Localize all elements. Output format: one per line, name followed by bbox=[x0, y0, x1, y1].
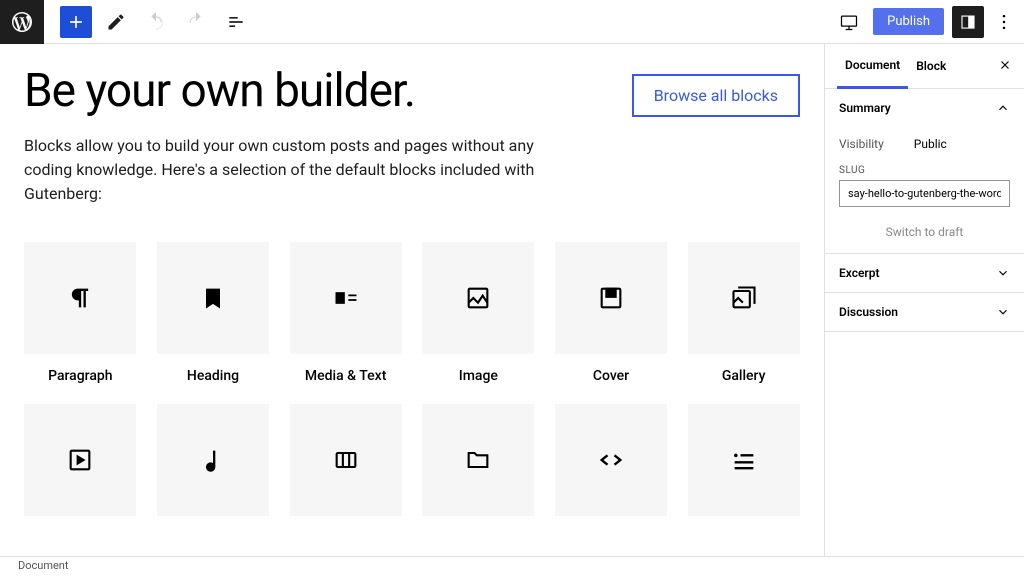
switch-to-draft-button[interactable]: Switch to draft bbox=[839, 225, 1010, 239]
redo-icon bbox=[185, 11, 207, 33]
tab-block[interactable]: Block bbox=[908, 45, 954, 87]
undo-icon bbox=[145, 11, 167, 33]
outline-button[interactable] bbox=[220, 6, 252, 38]
blocks-grid: Paragraph Heading Media & Text Image Cov… bbox=[24, 242, 800, 530]
slug-input[interactable] bbox=[839, 180, 1010, 207]
browse-blocks-button[interactable]: Browse all blocks bbox=[632, 74, 800, 117]
columns-icon bbox=[332, 446, 360, 474]
topbar-right: Publish bbox=[833, 6, 1024, 38]
play-icon bbox=[66, 446, 94, 474]
sidebar-icon bbox=[959, 13, 977, 31]
panel-summary-header[interactable]: Summary bbox=[825, 89, 1024, 127]
panel-discussion-header[interactable]: Discussion bbox=[825, 293, 1024, 331]
block-item-gallery[interactable]: Gallery bbox=[687, 242, 800, 384]
block-item-columns[interactable] bbox=[289, 404, 402, 530]
panel-excerpt: Excerpt bbox=[825, 254, 1024, 293]
tab-document[interactable]: Document bbox=[837, 44, 908, 89]
wordpress-icon bbox=[10, 10, 34, 34]
bookmark-icon bbox=[199, 284, 227, 312]
visibility-value: Public bbox=[914, 137, 947, 151]
block-label: Image bbox=[459, 368, 498, 384]
visibility-row[interactable]: Visibility Public bbox=[839, 131, 1010, 157]
chevron-down-icon bbox=[996, 305, 1010, 319]
panel-title: Excerpt bbox=[839, 266, 880, 280]
publish-button[interactable]: Publish bbox=[873, 8, 944, 35]
panel-summary: Summary Visibility Public SLUG Switch to… bbox=[825, 89, 1024, 254]
block-item-code[interactable] bbox=[555, 404, 668, 530]
topbar: Publish bbox=[0, 0, 1024, 44]
close-icon bbox=[998, 58, 1012, 72]
block-item-media-text[interactable]: Media & Text bbox=[289, 242, 402, 384]
breadcrumb-text: Document bbox=[18, 559, 68, 572]
block-item-heading[interactable]: Heading bbox=[157, 242, 270, 384]
close-sidebar-button[interactable] bbox=[998, 57, 1012, 76]
main: Be your own builder. Browse all blocks B… bbox=[0, 44, 1024, 556]
block-item-image[interactable]: Image bbox=[422, 242, 535, 384]
panel-summary-body: Visibility Public SLUG Switch to draft bbox=[825, 127, 1024, 253]
add-block-button[interactable] bbox=[60, 6, 92, 38]
chevron-down-icon bbox=[996, 266, 1010, 280]
undo-button[interactable] bbox=[140, 6, 172, 38]
slug-label: SLUG bbox=[839, 165, 1010, 176]
block-item-cover[interactable]: Cover bbox=[555, 242, 668, 384]
block-item-audio[interactable] bbox=[157, 404, 270, 530]
block-label: Media & Text bbox=[305, 368, 386, 384]
folder-icon bbox=[464, 446, 492, 474]
block-label: Gallery bbox=[722, 368, 766, 384]
content-area: Be your own builder. Browse all blocks B… bbox=[0, 44, 824, 556]
chevron-up-icon bbox=[996, 101, 1010, 115]
wordpress-logo[interactable] bbox=[0, 0, 44, 44]
topbar-left bbox=[0, 0, 252, 44]
block-label: Paragraph bbox=[48, 368, 113, 384]
music-note-icon bbox=[199, 446, 227, 474]
list-icon bbox=[226, 12, 246, 32]
more-menu-button[interactable] bbox=[992, 12, 1016, 32]
footer-breadcrumb: Document bbox=[0, 556, 1024, 576]
panel-title: Summary bbox=[839, 101, 891, 115]
edit-tool-button[interactable] bbox=[100, 6, 132, 38]
block-label: Cover bbox=[593, 368, 629, 384]
plus-icon bbox=[66, 12, 86, 32]
list-bullet-icon bbox=[730, 446, 758, 474]
dots-vertical-icon bbox=[994, 12, 1014, 32]
code-icon bbox=[597, 446, 625, 474]
block-item-file[interactable] bbox=[422, 404, 535, 530]
image-icon bbox=[464, 284, 492, 312]
block-label: Heading bbox=[187, 368, 239, 384]
block-item-paragraph[interactable]: Paragraph bbox=[24, 242, 137, 384]
panel-excerpt-header[interactable]: Excerpt bbox=[825, 254, 1024, 292]
settings-sidebar: Document Block Summary Visibility Public… bbox=[824, 44, 1024, 556]
visibility-label: Visibility bbox=[839, 137, 884, 151]
redo-button[interactable] bbox=[180, 6, 212, 38]
block-item-list[interactable] bbox=[687, 404, 800, 530]
paragraph-icon bbox=[66, 284, 94, 312]
pencil-icon bbox=[106, 12, 126, 32]
media-text-icon bbox=[332, 284, 360, 312]
content-header: Be your own builder. Browse all blocks bbox=[24, 64, 800, 118]
sidebar-tabs: Document Block bbox=[825, 44, 1024, 89]
preview-button[interactable] bbox=[833, 6, 865, 38]
page-title: Be your own builder. bbox=[24, 64, 415, 118]
panel-title: Discussion bbox=[839, 305, 898, 319]
panel-discussion: Discussion bbox=[825, 293, 1024, 332]
block-item-video[interactable] bbox=[24, 404, 137, 530]
page-description: Blocks allow you to build your own custo… bbox=[24, 134, 584, 206]
gallery-icon bbox=[730, 284, 758, 312]
settings-toggle-button[interactable] bbox=[952, 6, 984, 38]
cover-icon bbox=[597, 284, 625, 312]
desktop-icon bbox=[839, 12, 859, 32]
